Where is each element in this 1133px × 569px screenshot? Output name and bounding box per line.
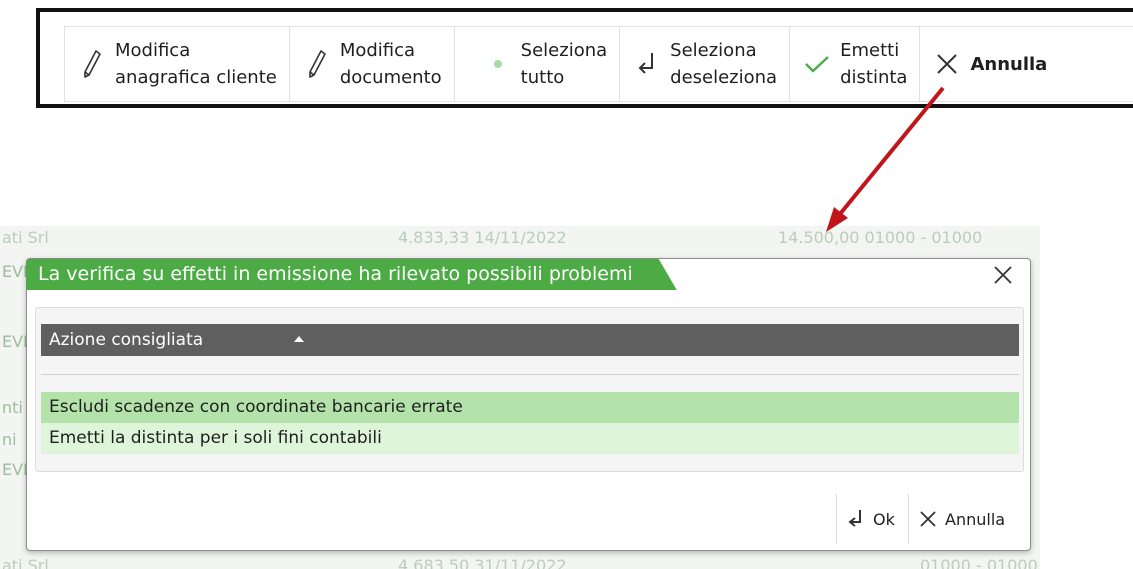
edit-document-label-1: Modifica [339,40,416,61]
list-item-accounting-only[interactable]: Emetti la distinta per i soli fini conta… [41,423,1019,454]
cancel-label: Annulla [945,509,1006,529]
bg-row-left: ni [2,430,17,449]
bg-row-left: EVI [2,332,28,351]
bg-row-left: nti [2,398,23,417]
edit-document-button[interactable]: Modifica documento [288,27,454,101]
cancel-button[interactable]: Annulla [908,494,1026,544]
bg-row-right: 14.500,00 01000 - 01000 [778,228,983,247]
issue-batch-label-1: Emetti [840,40,900,61]
close-icon [994,266,1012,284]
bg-row-left: ati Srl [2,228,49,247]
toggle-selection-label-1: Seleziona [670,40,757,61]
divider [41,374,1019,375]
x-icon [919,510,937,528]
pencil-icon [304,49,330,79]
ok-button[interactable]: Ok [836,494,902,544]
toolbar-inner: Modifica anagrafica cliente Modifica docum… [64,26,1133,102]
pencil-icon [79,49,105,79]
bg-row-left: EVI [2,460,28,479]
bg-row-left: ati Srl [2,556,49,569]
select-all-label-1: Seleziona [520,40,608,61]
select-all-button[interactable]: Seleziona tutto [453,27,619,101]
toggle-selection-label-2: deseleziona [670,67,778,88]
edit-document-label-2: documento [339,67,442,88]
close-button[interactable] [990,262,1016,288]
bg-row: ati Srl 4.833,33 14/11/2022 14.500,00 01… [0,228,1040,248]
bg-row-right: 01000 - 01000 [920,556,1038,569]
x-icon [934,49,960,79]
column-header-action[interactable]: Azione consigliata [41,324,1019,356]
bg-row-mid: 4.683,50 31/11/2022 [398,556,567,569]
bg-row: ati Srl 4.683,50 31/11/2022 01000 - 0100… [0,556,1040,569]
column-header-label: Azione consigliata [49,330,204,350]
actions-panel: Azione consigliata Escludi scadenze con … [35,307,1024,472]
dot-icon [485,49,511,79]
return-arrow-icon [634,49,660,79]
issue-batch-button[interactable]: Emetti distinta [789,27,919,101]
return-arrow-icon [847,508,865,530]
cancel-toolbar-button[interactable]: Annulla [919,27,1059,101]
ok-label: Ok [873,509,895,529]
select-all-label-2: tutto [520,67,565,88]
toggle-selection-button[interactable]: Seleziona deseleziona [619,27,789,101]
edit-customer-label-2: anagrafica cliente [115,67,277,88]
sort-ascending-icon [294,336,304,342]
dialog-footer: Ok Annulla [830,488,1030,550]
edit-customer-button[interactable]: Modifica anagrafica cliente [64,27,289,101]
bg-row-left: EVI [2,262,28,281]
warning-dialog: La verifica su effetti in emissione ha r… [26,258,1031,551]
issue-batch-label-2: distinta [840,67,908,88]
bg-row-mid: 4.833,33 14/11/2022 [398,228,567,247]
cancel-toolbar-label: Annulla [970,53,1048,75]
check-icon [804,49,830,79]
dialog-title: La verifica su effetti in emissione ha r… [26,259,677,290]
toolbar-panel: Modifica anagrafica cliente Modifica docum… [36,8,1133,108]
edit-customer-label-1: Modifica [115,40,191,61]
list-item-exclude-invalid-bank[interactable]: Escludi scadenze con coordinate bancarie… [41,392,1019,423]
